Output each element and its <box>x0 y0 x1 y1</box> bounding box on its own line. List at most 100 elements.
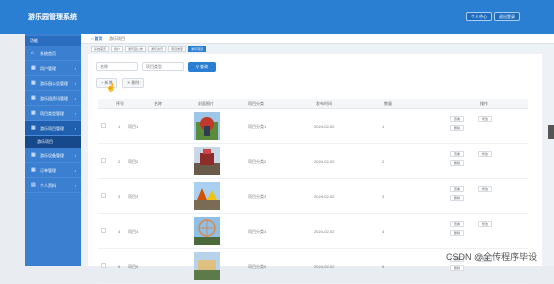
sidebar-item[interactable]: ⌂ 系统首页 <box>25 46 81 61</box>
search-button[interactable]: ⚲ 查询 <box>188 62 216 72</box>
cell-date: 2024-02-02 <box>314 229 335 234</box>
edit-button[interactable]: 修改 <box>478 116 493 122</box>
breadcrumb: 系统首页 用户 游乐园公告 游乐资讯 项目类型 游乐项目 <box>91 46 208 54</box>
table-row[interactable]: 3 项目3 项目分类3 2024-02-02 3 查看 修改删除 <box>98 180 528 214</box>
mouse-cursor-icon: ☝ <box>106 83 116 92</box>
row-delete-button[interactable]: 删除 <box>450 230 465 236</box>
delete-button[interactable]: ✕ 删除 <box>122 78 145 88</box>
logout-button[interactable]: 退出登录 <box>494 12 520 21</box>
cell-name: 项目1 <box>128 124 139 129</box>
edit-button[interactable]: 修改 <box>478 186 493 192</box>
sidebar-item[interactable]: ▦ 项目类型管理 › <box>25 106 81 121</box>
chevron-right-icon: › <box>74 153 76 158</box>
watermark: CSDN @全传程序毕设 <box>446 252 538 262</box>
cell-index: 3 <box>118 194 121 199</box>
breadcrumb-item[interactable]: 项目类型 <box>168 46 187 52</box>
row-delete-button[interactable]: 删除 <box>450 195 465 201</box>
row-delete-button[interactable]: 删除 <box>450 160 465 166</box>
sidebar-item-label: 游乐园资讯管理 <box>40 96 68 101</box>
row-checkbox[interactable] <box>101 158 106 163</box>
cell-type: 项目分类3 <box>248 194 267 199</box>
grid-icon: ▦ <box>31 80 36 86</box>
table-row[interactable]: 4 项目4 项目分类4 2024-02-02 4 查看 修改删除 <box>98 215 528 249</box>
document-icon: ▤ <box>31 182 36 188</box>
cell-count: 2 <box>382 159 385 164</box>
cover-image <box>194 112 220 140</box>
grid-icon: ▦ <box>31 110 36 116</box>
sidebar-subitem[interactable]: 游乐项目 <box>25 136 81 148</box>
top-header: 游乐园管理系统 个人中心 退出登录 <box>0 0 554 34</box>
chevron-right-icon: › <box>74 66 76 71</box>
content-panel: ⚲ 查询 + 新增 ✕ 删除 ☝ 序号 名称 封面图片 项目分类 发布时间 数量… <box>88 54 542 284</box>
grid-icon: ▦ <box>31 125 36 131</box>
cell-count: 4 <box>382 229 385 234</box>
sidebar-item-label: 个人资料 <box>40 183 56 188</box>
header-image: 封面图片 <box>198 101 214 106</box>
header-name: 名称 <box>154 101 162 106</box>
sidebar-item[interactable]: ▦ 游乐园公告管理 › <box>25 76 81 91</box>
sidebar-item[interactable]: ▦ 游乐项目管理 › <box>25 121 81 136</box>
breadcrumb-item[interactable]: 游乐资讯 <box>148 46 167 52</box>
row-delete-button[interactable]: 删除 <box>450 125 465 131</box>
tab-current[interactable]: 游乐项目 <box>109 36 125 42</box>
trash-icon: ✕ <box>127 80 131 85</box>
main-content: ⌂ 首页 游乐项目 系统首页用户游乐园公告游乐资讯项目类型游乐项目 ⚲ 查询 +… <box>81 34 554 284</box>
cell-date: 2024-02-02 <box>314 264 335 269</box>
tab-home[interactable]: ⌂ 首页 <box>91 36 103 42</box>
sidebar-item-label: 订单管理 <box>40 168 56 173</box>
chevron-right-icon: › <box>74 111 76 116</box>
view-button[interactable]: 查看 <box>450 116 465 122</box>
search-icon: ⚲ <box>195 64 199 69</box>
chevron-right-icon: › <box>74 183 76 188</box>
header-actions: 操作 <box>480 101 488 106</box>
type-search-input[interactable] <box>142 62 184 71</box>
cell-date: 2024-02-02 <box>314 159 335 164</box>
chevron-right-icon: › <box>74 168 76 173</box>
user-center-button[interactable]: 个人中心 <box>466 12 492 21</box>
table-row[interactable]: 2 项目2 项目分类2 2024-02-02 2 查看 修改 删除 <box>98 145 528 179</box>
row-checkbox[interactable] <box>101 123 106 128</box>
cover-image <box>194 217 220 245</box>
cell-date: 2024-02-02 <box>314 124 335 129</box>
cell-index: 4 <box>118 229 121 234</box>
view-button[interactable]: 查看 <box>450 186 465 192</box>
breadcrumb-item[interactable]: 用户 <box>111 46 124 52</box>
scrollbar[interactable] <box>548 125 554 139</box>
row-checkbox[interactable] <box>101 193 106 198</box>
breadcrumb-item[interactable]: 系统首页 <box>91 46 110 52</box>
edit-button[interactable]: 修改 <box>478 151 493 157</box>
sidebar-item[interactable]: ▦ 游乐设备管理 › <box>25 148 81 163</box>
sidebar-item[interactable]: ▦ 订单管理 › <box>25 163 81 178</box>
cell-name: 项目4 <box>128 229 139 234</box>
sidebar-item[interactable]: ▤ 个人资料 › <box>25 178 81 193</box>
view-button[interactable]: 查看 <box>450 221 465 227</box>
breadcrumb-item[interactable]: 游乐园公告 <box>125 46 147 52</box>
cell-type: 项目分类2 <box>248 159 267 164</box>
cell-date: 2024-02-02 <box>314 194 335 199</box>
cover-image <box>194 147 220 175</box>
cell-count: 3 <box>382 194 385 199</box>
cell-name: 项目3 <box>128 194 139 199</box>
cell-type: 项目分类5 <box>248 264 267 269</box>
sidebar-item-label: 游乐园公告管理 <box>40 81 68 86</box>
tab-bar: ⌂ 首页 游乐项目 <box>81 34 554 44</box>
table-row[interactable]: 1 项目1 项目分类1 2024-02-02 1 查看 修改 删除 <box>98 110 528 144</box>
view-button[interactable]: 查看 <box>450 151 465 157</box>
sidebar-item-label: 游乐项目管理 <box>40 126 64 131</box>
chevron-right-icon: › <box>74 81 76 86</box>
sidebar-item-label: 用户管理 <box>40 66 56 71</box>
edit-button[interactable]: 修改 <box>478 221 493 227</box>
header-type: 项目分类 <box>248 101 264 106</box>
cell-type: 项目分类4 <box>248 229 267 234</box>
row-checkbox[interactable] <box>101 228 106 233</box>
sidebar-item[interactable]: ▦ 游乐园资讯管理 › <box>25 91 81 106</box>
name-search-input[interactable] <box>96 62 138 71</box>
cell-count: 5 <box>382 264 385 269</box>
sidebar-item[interactable]: ▦ 用户管理 › <box>25 61 81 76</box>
header-index: 序号 <box>116 101 124 106</box>
grid-icon: ▦ <box>31 152 36 158</box>
cell-index: 5 <box>118 264 121 269</box>
sidebar-head: 功能 <box>25 36 81 46</box>
header-date: 发布时间 <box>316 101 332 106</box>
breadcrumb-item[interactable]: 游乐项目 <box>188 46 207 52</box>
